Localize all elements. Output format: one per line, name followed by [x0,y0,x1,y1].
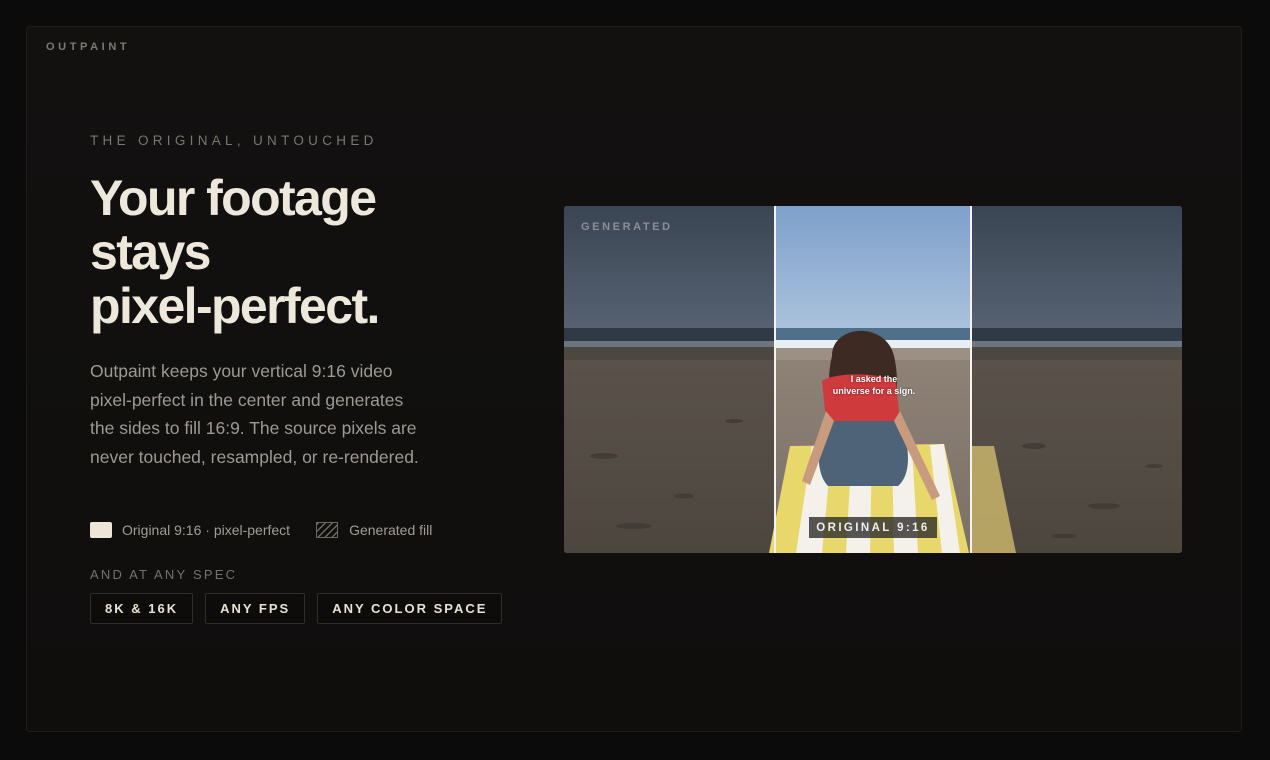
generated-tag: GENERATED [581,221,673,233]
spec-chips: 8K & 16K ANY FPS ANY COLOR SPACE [90,593,514,624]
original-ratio-tag: ORIGINAL 9:16 [809,517,937,538]
headline-line-3: pixel-perfect. [90,278,380,334]
hero-description: Outpaint keeps your vertical 9:16 video … [90,361,419,468]
section-eyebrow: THE ORIGINAL, UNTOUCHED [90,133,378,148]
legend-generated-label: Generated fill [349,522,433,538]
brand-logo[interactable]: OUTPAINT [46,41,130,53]
headline-line-1: Your footage [90,170,377,226]
subtitle-line-2: universe for a sign. [832,386,916,396]
spec-label: AND AT ANY SPEC [90,567,238,582]
legend-original: Original 9:16 · pixel-perfect [90,522,290,538]
subtitle-line-1: I asked the [850,374,898,384]
video-subtitle: I asked the universe for a sign. [814,373,934,397]
outpaint-preview: GENERATED I asked the universe for a sig… [564,206,1182,553]
page-title: Your footage stays pixel-perfect. [90,171,510,333]
legend: Original 9:16 · pixel-perfect Generated … [90,522,432,538]
legend-generated: Generated fill [290,522,432,538]
headline-line-2: stays [90,224,211,280]
spec-chip-color-space: ANY COLOR SPACE [317,593,503,624]
original-swatch-icon [90,522,112,538]
spec-chip-resolution: 8K & 16K [90,593,194,624]
legend-original-label: Original 9:16 · pixel-perfect [122,522,291,538]
spec-chip-fps: ANY FPS [205,593,306,624]
hatched-swatch-icon [316,522,339,538]
